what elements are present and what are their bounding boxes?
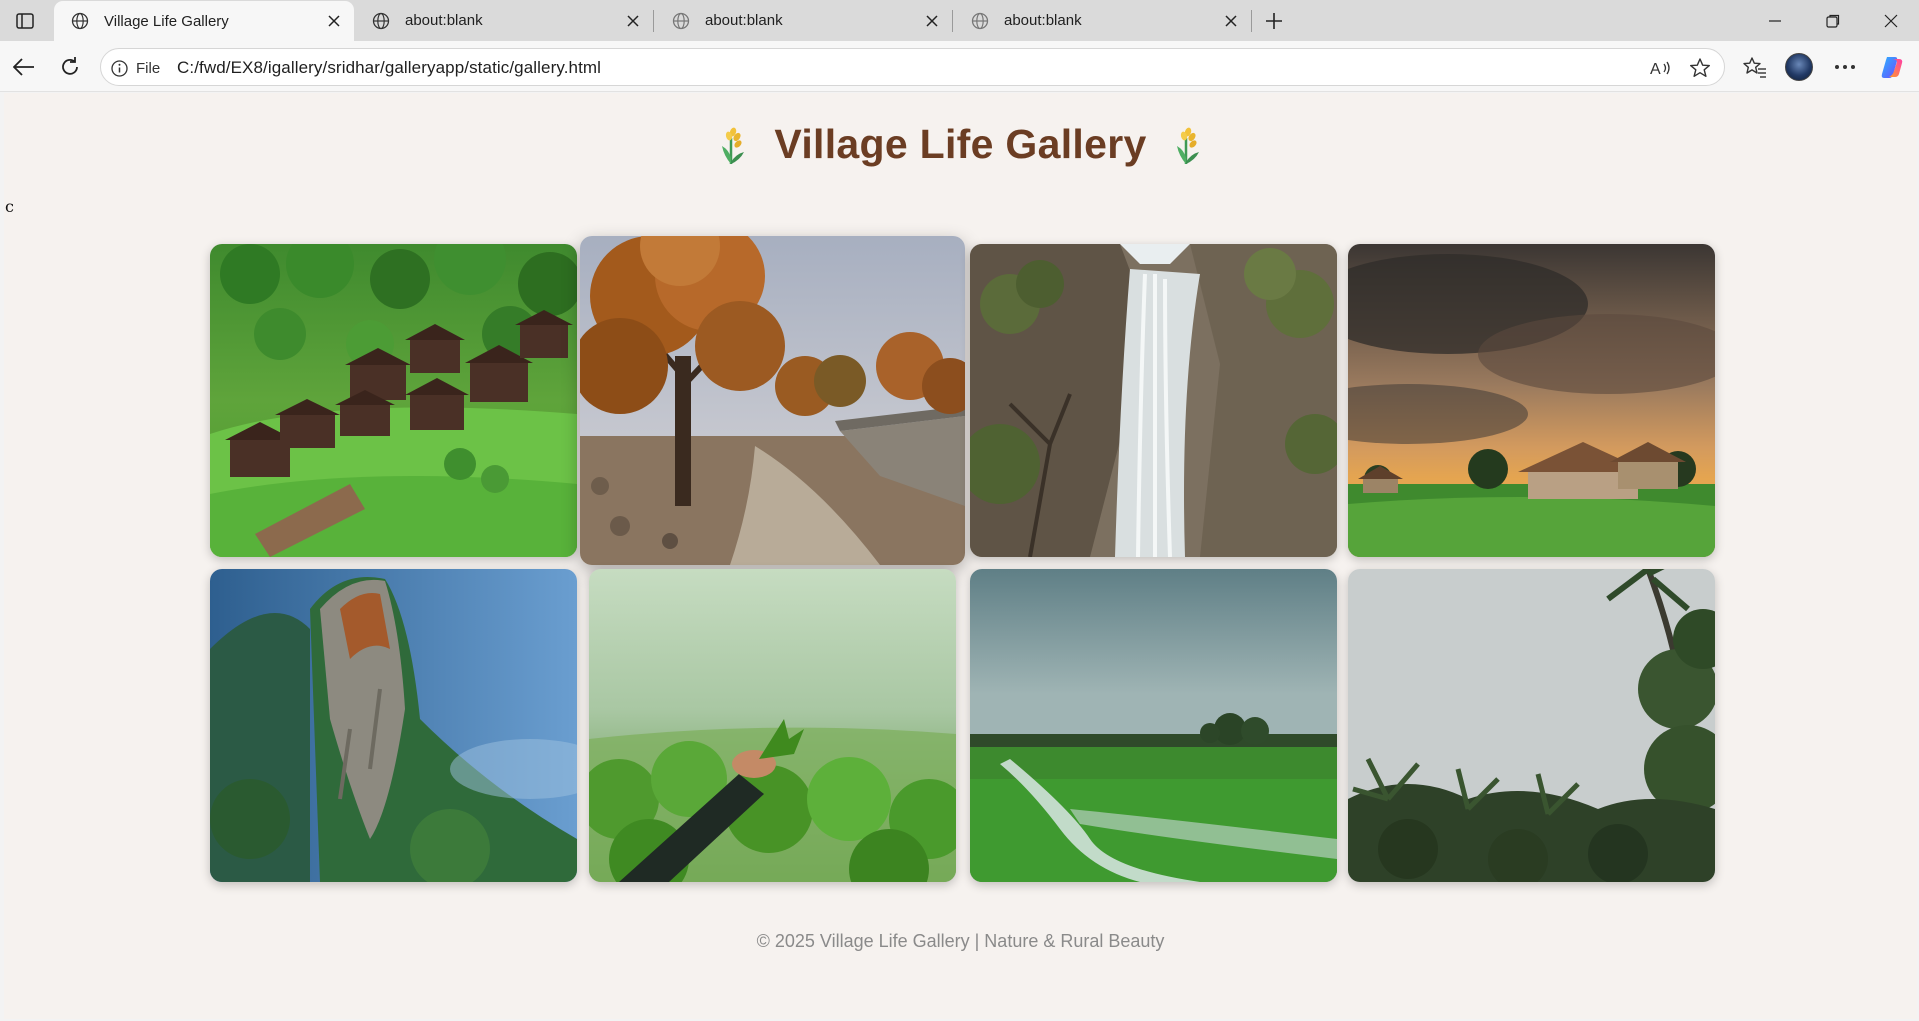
image-gallery <box>210 236 1715 882</box>
security-label: File <box>136 59 161 77</box>
tab-village-life-gallery[interactable]: Village Life Gallery <box>54 1 354 41</box>
profile-avatar[interactable] <box>1785 53 1813 81</box>
gallery-image-paddy-field[interactable] <box>970 569 1337 882</box>
gallery-image-autumn-road[interactable] <box>580 236 965 565</box>
globe-icon <box>971 12 989 30</box>
page-footer: © 2025 Village Life Gallery | Nature & R… <box>756 931 1165 951</box>
page-title: Village Life Gallery <box>774 121 1147 167</box>
tab-title: about:blank <box>1004 12 1082 29</box>
url-text[interactable]: C:/fwd/EX8/igallery/sridhar/galleryapp/s… <box>177 58 601 78</box>
tab-strip: Village Life Gallery about:blank about:b… <box>0 0 1919 41</box>
close-icon[interactable] <box>1221 11 1241 31</box>
address-bar[interactable]: File C:/fwd/EX8/igallery/sridhar/gallery… <box>100 48 1725 86</box>
tab-about-blank-1[interactable]: about:blank <box>355 0 653 41</box>
window-close-icon[interactable] <box>1868 0 1914 41</box>
back-arrow-icon[interactable] <box>8 51 40 83</box>
rice-sprout-icon <box>718 124 748 166</box>
minimize-icon[interactable] <box>1752 0 1798 41</box>
tab-separator <box>653 10 654 32</box>
page-header: Village Life Gallery <box>4 121 1917 168</box>
close-icon[interactable] <box>922 11 942 31</box>
globe-icon <box>672 12 690 30</box>
gallery-image-hillside-village[interactable] <box>210 244 577 557</box>
favorite-star-icon[interactable] <box>1688 56 1712 80</box>
stray-text: c <box>5 197 14 216</box>
read-aloud-icon[interactable]: A <box>1649 56 1673 80</box>
refresh-icon[interactable] <box>54 51 86 83</box>
tab-title: about:blank <box>705 12 783 29</box>
new-tab-plus-icon[interactable] <box>1260 7 1288 35</box>
info-icon <box>111 59 128 77</box>
svg-text:A: A <box>1650 61 1661 77</box>
more-options-icon[interactable] <box>1831 53 1859 81</box>
globe-icon <box>71 12 89 30</box>
tab-about-blank-3[interactable]: about:blank <box>954 0 1251 41</box>
tab-separator <box>1251 10 1252 32</box>
rice-sprout-icon <box>1173 124 1203 166</box>
page-viewport: c Village Life Gallery © 2025 Village Li… <box>4 93 1917 1019</box>
browser-toolbar: File C:/fwd/EX8/igallery/sridhar/gallery… <box>0 41 1919 92</box>
favorites-icon[interactable] <box>1741 53 1769 81</box>
tab-title: about:blank <box>405 12 483 29</box>
gallery-image-waterfall[interactable] <box>970 244 1337 557</box>
copilot-icon[interactable] <box>1878 53 1906 81</box>
close-icon[interactable] <box>324 11 344 31</box>
gallery-image-coconut-palms[interactable] <box>1348 569 1715 882</box>
restore-icon[interactable] <box>1810 0 1856 41</box>
gallery-image-misty-rock[interactable] <box>210 569 577 882</box>
site-info-button[interactable]: File <box>111 58 160 78</box>
gallery-image-stormy-hut[interactable] <box>1348 244 1715 557</box>
sidebar-toggle-icon[interactable] <box>10 8 40 34</box>
gallery-image-tea-leaf[interactable] <box>589 569 956 882</box>
tab-separator <box>952 10 953 32</box>
tab-about-blank-2[interactable]: about:blank <box>655 0 952 41</box>
globe-icon <box>372 12 390 30</box>
close-icon[interactable] <box>623 11 643 31</box>
tab-title: Village Life Gallery <box>104 12 229 30</box>
avatar <box>1785 53 1813 81</box>
